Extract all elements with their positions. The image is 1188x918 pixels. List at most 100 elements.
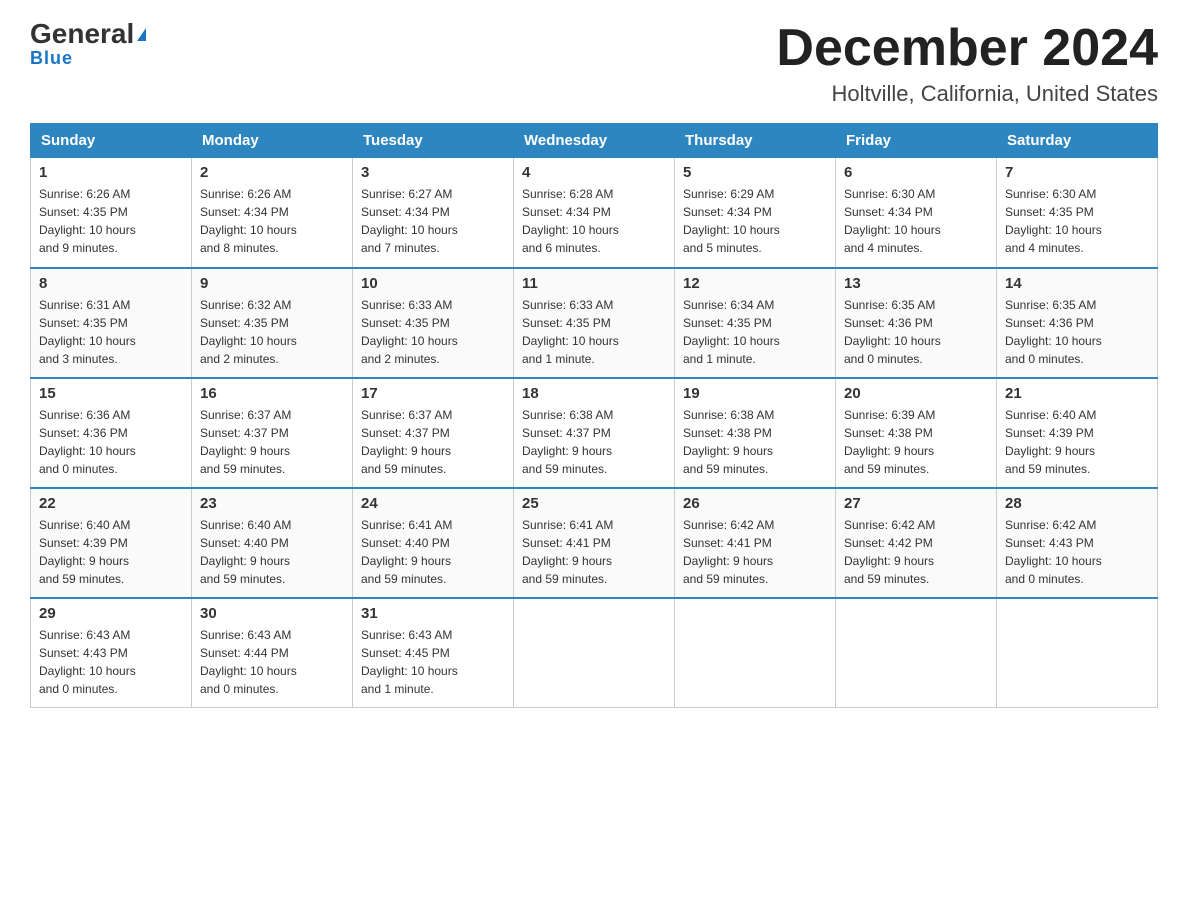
day-number: 31 [361,605,505,622]
day-number: 16 [200,385,344,402]
day-info: Sunrise: 6:32 AM Sunset: 4:35 PM Dayligh… [200,296,344,368]
logo-blue: Blue [30,48,73,69]
calendar-week-row: 29Sunrise: 6:43 AM Sunset: 4:43 PM Dayli… [31,598,1158,708]
location-title: Holtville, California, United States [776,81,1158,107]
calendar-table: Sunday Monday Tuesday Wednesday Thursday… [30,123,1158,708]
day-info: Sunrise: 6:38 AM Sunset: 4:37 PM Dayligh… [522,406,666,478]
day-number: 5 [683,164,827,181]
day-info: Sunrise: 6:39 AM Sunset: 4:38 PM Dayligh… [844,406,988,478]
table-row [836,598,997,708]
day-number: 11 [522,275,666,292]
day-info: Sunrise: 6:43 AM Sunset: 4:45 PM Dayligh… [361,626,505,698]
day-number: 7 [1005,164,1149,181]
table-row: 25 Sunrise: 6:41 AM Sunset: 4:41 PM Dayli… [514,488,675,598]
day-number: 30 [200,605,344,622]
header-sunday: Sunday [31,124,192,158]
table-row: 4 Sunrise: 6:28 AM Sunset: 4:34 PM Daylig… [514,158,675,268]
day-number: 23 [200,495,344,512]
table-row: 22 Sunrise: 6:40 AM Sunset: 4:39 PM Dayli… [31,488,192,598]
day-info: Sunrise: 6:28 AM Sunset: 4:34 PM Dayligh… [522,185,666,257]
day-info: Sunrise: 6:37 AM Sunset: 4:37 PM Dayligh… [200,406,344,478]
table-row [675,598,836,708]
table-row: 31 Sunrise: 6:43 AM Sunset: 4:45 PM Dayli… [353,598,514,708]
day-info: Sunrise: 6:38 AM Sunset: 4:38 PM Dayligh… [683,406,827,478]
day-info: Sunrise: 6:36 AM Sunset: 4:36 PM Dayligh… [39,406,183,478]
calendar-week-row: 15 Sunrise: 6:36 AM Sunset: 4:36 PM Dayli… [31,378,1158,488]
table-row: 30 Sunrise: 6:43 AM Sunset: 4:44 PM Dayli… [192,598,353,708]
day-number: 24 [361,495,505,512]
table-row: 21Sunrise: 6:40 AM Sunset: 4:39 PM Dayli… [997,378,1158,488]
day-number: 10 [361,275,505,292]
day-number: 9 [200,275,344,292]
day-number: 6 [844,164,988,181]
day-number: 4 [522,164,666,181]
day-info: Sunrise: 6:42 AM Sunset: 4:42 PM Dayligh… [844,516,988,588]
table-row: 28Sunrise: 6:42 AM Sunset: 4:43 PM Dayli… [997,488,1158,598]
table-row: 11 Sunrise: 6:33 AM Sunset: 4:35 PM Dayli… [514,268,675,378]
day-number: 13 [844,275,988,292]
day-info: Sunrise: 6:33 AM Sunset: 4:35 PM Dayligh… [522,296,666,368]
calendar-week-row: 22 Sunrise: 6:40 AM Sunset: 4:39 PM Dayli… [31,488,1158,598]
day-info: Sunrise: 6:30 AM Sunset: 4:34 PM Dayligh… [844,185,988,257]
table-row: 26 Sunrise: 6:42 AM Sunset: 4:41 PM Dayli… [675,488,836,598]
day-number: 19 [683,385,827,402]
weekday-header-row: Sunday Monday Tuesday Wednesday Thursday… [31,124,1158,158]
calendar-week-row: 8 Sunrise: 6:31 AM Sunset: 4:35 PM Daylig… [31,268,1158,378]
day-info: Sunrise: 6:33 AM Sunset: 4:35 PM Dayligh… [361,296,505,368]
table-row: 15 Sunrise: 6:36 AM Sunset: 4:36 PM Dayli… [31,378,192,488]
table-row: 6 Sunrise: 6:30 AM Sunset: 4:34 PM Daylig… [836,158,997,268]
day-info: Sunrise: 6:43 AM Sunset: 4:44 PM Dayligh… [200,626,344,698]
header-wednesday: Wednesday [514,124,675,158]
day-info: Sunrise: 6:42 AM Sunset: 4:43 PM Dayligh… [1005,516,1149,588]
table-row [514,598,675,708]
day-info: Sunrise: 6:40 AM Sunset: 4:40 PM Dayligh… [200,516,344,588]
header-thursday: Thursday [675,124,836,158]
table-row: 17Sunrise: 6:37 AM Sunset: 4:37 PM Dayli… [353,378,514,488]
day-number: 2 [200,164,344,181]
day-info: Sunrise: 6:41 AM Sunset: 4:41 PM Dayligh… [522,516,666,588]
day-number: 26 [683,495,827,512]
day-info: Sunrise: 6:43 AM Sunset: 4:43 PM Dayligh… [39,626,183,698]
calendar-title-area: December 2024 Holtville, California, Uni… [776,20,1158,107]
day-info: Sunrise: 6:40 AM Sunset: 4:39 PM Dayligh… [39,516,183,588]
day-number: 12 [683,275,827,292]
day-number: 14 [1005,275,1149,292]
day-number: 17 [361,385,505,402]
day-number: 27 [844,495,988,512]
table-row: 23 Sunrise: 6:40 AM Sunset: 4:40 PM Dayli… [192,488,353,598]
table-row: 5Sunrise: 6:29 AM Sunset: 4:34 PM Daylig… [675,158,836,268]
table-row [997,598,1158,708]
day-info: Sunrise: 6:26 AM Sunset: 4:35 PM Dayligh… [39,185,183,257]
day-number: 8 [39,275,183,292]
day-number: 18 [522,385,666,402]
header-tuesday: Tuesday [353,124,514,158]
day-number: 1 [39,164,183,181]
header-monday: Monday [192,124,353,158]
table-row: 16 Sunrise: 6:37 AM Sunset: 4:37 PM Dayli… [192,378,353,488]
day-number: 15 [39,385,183,402]
table-row: 2 Sunrise: 6:26 AM Sunset: 4:34 PM Daylig… [192,158,353,268]
table-row: 18 Sunrise: 6:38 AM Sunset: 4:37 PM Dayli… [514,378,675,488]
table-row: 27 Sunrise: 6:42 AM Sunset: 4:42 PM Dayli… [836,488,997,598]
calendar-week-row: 1 Sunrise: 6:26 AM Sunset: 4:35 PM Daylig… [31,158,1158,268]
table-row: 7 Sunrise: 6:30 AM Sunset: 4:35 PM Daylig… [997,158,1158,268]
header-friday: Friday [836,124,997,158]
day-info: Sunrise: 6:30 AM Sunset: 4:35 PM Dayligh… [1005,185,1149,257]
day-number: 3 [361,164,505,181]
table-row: 9 Sunrise: 6:32 AM Sunset: 4:35 PM Daylig… [192,268,353,378]
day-info: Sunrise: 6:35 AM Sunset: 4:36 PM Dayligh… [1005,296,1149,368]
header-saturday: Saturday [997,124,1158,158]
day-number: 20 [844,385,988,402]
day-number: 25 [522,495,666,512]
day-info: Sunrise: 6:40 AM Sunset: 4:39 PM Dayligh… [1005,406,1149,478]
table-row: 24 Sunrise: 6:41 AM Sunset: 4:40 PM Dayli… [353,488,514,598]
table-row: 3Sunrise: 6:27 AM Sunset: 4:34 PM Daylig… [353,158,514,268]
day-info: Sunrise: 6:41 AM Sunset: 4:40 PM Dayligh… [361,516,505,588]
day-number: 22 [39,495,183,512]
table-row: 20 Sunrise: 6:39 AM Sunset: 4:38 PM Dayli… [836,378,997,488]
table-row: 10 Sunrise: 6:33 AM Sunset: 4:35 PM Dayli… [353,268,514,378]
table-row: 29Sunrise: 6:43 AM Sunset: 4:43 PM Dayli… [31,598,192,708]
day-info: Sunrise: 6:31 AM Sunset: 4:35 PM Dayligh… [39,296,183,368]
day-info: Sunrise: 6:42 AM Sunset: 4:41 PM Dayligh… [683,516,827,588]
day-info: Sunrise: 6:26 AM Sunset: 4:34 PM Dayligh… [200,185,344,257]
